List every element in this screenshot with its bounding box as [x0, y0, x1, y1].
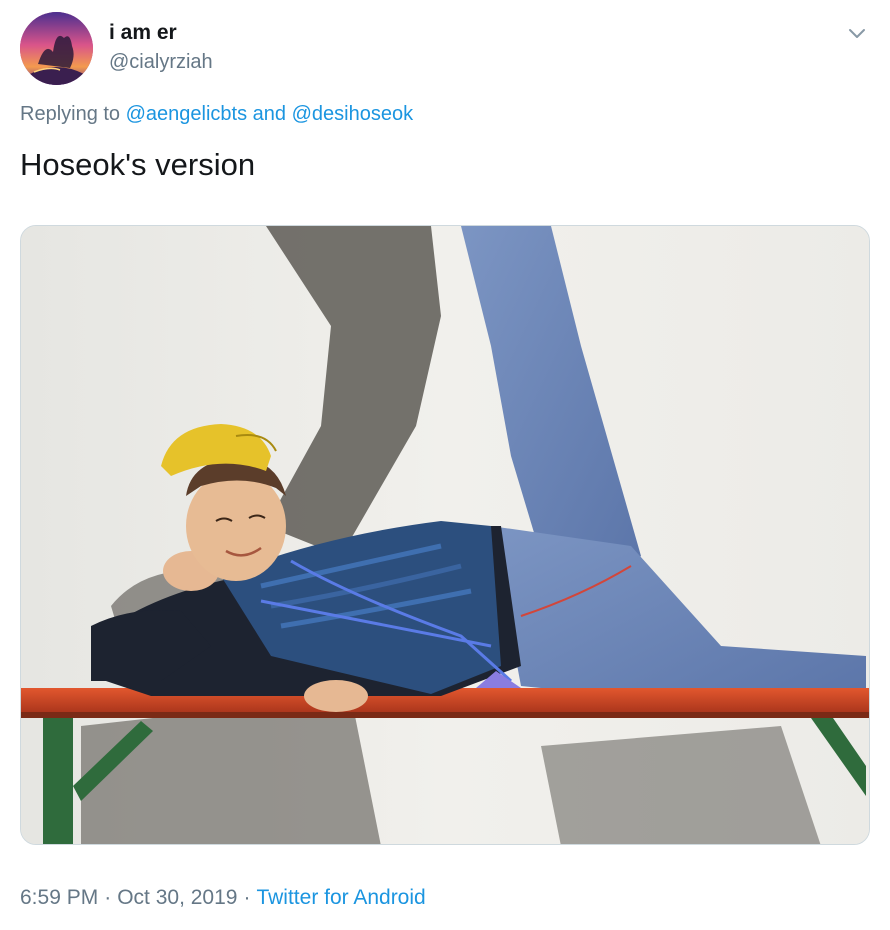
replying-to-label: Replying to — [20, 103, 121, 125]
tweet-date[interactable]: Oct 30, 2019 — [117, 886, 237, 909]
chevron-down-icon[interactable] — [844, 20, 870, 46]
tweet-text: Hoseok's version — [20, 147, 256, 182]
tweet-footer: 6:59 PM · Oct 30, 2019 · Twitter for Android — [20, 884, 426, 912]
tweet-source-link[interactable]: Twitter for Android — [256, 886, 425, 909]
replying-to-line: Replying to @aengelicbts and @desihoseok — [20, 100, 413, 128]
tweet-photo[interactable] — [20, 225, 870, 845]
tweet-time[interactable]: 6:59 PM — [20, 886, 98, 909]
mention-conjunction: and — [252, 103, 287, 125]
footer-separator: · — [104, 886, 112, 909]
mention-link-2[interactable]: @desihoseok — [292, 103, 413, 125]
author-handle[interactable]: @cialyrziah — [109, 49, 213, 75]
author-display-name[interactable]: i am er — [109, 20, 177, 46]
footer-separator: · — [243, 886, 251, 909]
author-avatar[interactable] — [20, 12, 93, 85]
mention-link-1[interactable]: @aengelicbts — [126, 103, 247, 125]
